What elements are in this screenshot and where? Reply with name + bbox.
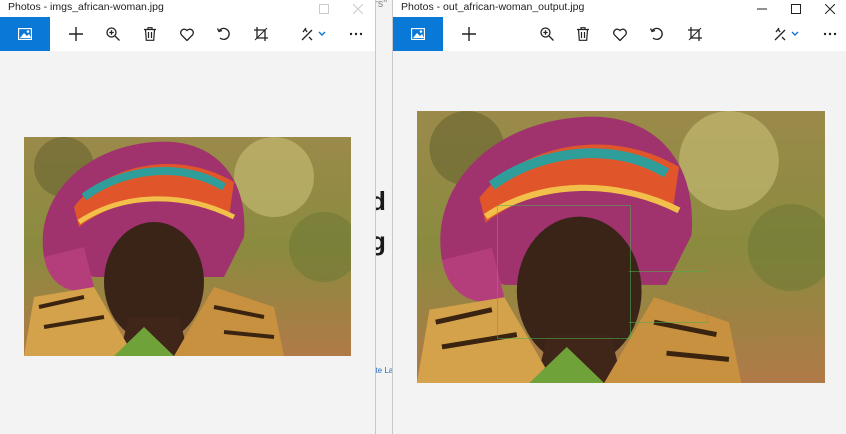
more-icon <box>349 32 363 36</box>
add-button[interactable] <box>58 17 94 51</box>
maximize-button[interactable] <box>779 0 813 17</box>
close-icon <box>353 3 363 14</box>
favorite-button[interactable] <box>602 17 638 51</box>
rotate-button[interactable] <box>206 17 242 51</box>
favorite-button[interactable] <box>169 17 205 51</box>
photos-window-left: Photos - imgs_african-woman.jpg <box>0 0 376 434</box>
more-button[interactable] <box>812 17 846 51</box>
face-detection-box <box>629 271 708 323</box>
minimize-icon <box>757 8 767 9</box>
face-detection-box <box>497 205 631 339</box>
view-image-button[interactable] <box>0 17 50 51</box>
minimize-button[interactable] <box>745 0 779 17</box>
crop-icon <box>254 27 268 41</box>
zoom-in-button[interactable] <box>529 17 565 51</box>
maximize-icon <box>791 3 801 14</box>
view-image-button[interactable] <box>393 17 443 51</box>
window-title: Photos - imgs_african-woman.jpg <box>8 1 164 13</box>
rotate-button[interactable] <box>639 17 675 51</box>
title-bar: Photos - imgs_african-woman.jpg <box>0 0 375 17</box>
maximize-button[interactable] <box>307 0 341 17</box>
edit-button[interactable] <box>769 17 805 51</box>
crop-button[interactable] <box>677 17 713 51</box>
toolbar <box>0 17 375 51</box>
caption-buttons <box>745 0 846 17</box>
title-bar: Photos - out_african-woman_output.jpg <box>393 0 846 17</box>
caption-buttons <box>307 0 375 17</box>
delete-icon <box>144 27 156 41</box>
edit-icon <box>774 27 799 41</box>
view-image-icon <box>18 28 32 40</box>
favorite-icon <box>613 28 627 41</box>
rotate-icon <box>650 27 663 41</box>
rotate-icon <box>217 27 230 41</box>
toolbar <box>393 17 846 51</box>
delete-button[interactable] <box>565 17 601 51</box>
edit-icon <box>301 27 326 41</box>
zoom-in-icon <box>106 27 120 41</box>
close-button[interactable] <box>341 0 375 17</box>
view-image-icon <box>411 28 425 40</box>
more-button[interactable] <box>338 17 374 51</box>
image-viewer[interactable] <box>0 51 375 434</box>
edit-button[interactable] <box>296 17 332 51</box>
delete-button[interactable] <box>132 17 168 51</box>
zoom-in-icon <box>540 27 554 41</box>
image-viewer[interactable] <box>393 51 846 434</box>
close-icon <box>825 3 835 14</box>
maximize-icon <box>319 3 329 14</box>
add-button[interactable] <box>451 17 487 51</box>
crop-icon <box>688 27 702 41</box>
window-title: Photos - out_african-woman_output.jpg <box>401 1 585 13</box>
more-icon <box>823 32 837 36</box>
favorite-icon <box>180 28 194 41</box>
add-icon <box>69 27 83 41</box>
delete-icon <box>577 27 589 41</box>
crop-button[interactable] <box>243 17 279 51</box>
photos-window-right: Photos - out_african-woman_output.jpg <box>392 0 846 434</box>
add-icon <box>462 27 476 41</box>
photo-image <box>24 137 351 356</box>
zoom-in-button[interactable] <box>95 17 131 51</box>
close-button[interactable] <box>813 0 846 17</box>
